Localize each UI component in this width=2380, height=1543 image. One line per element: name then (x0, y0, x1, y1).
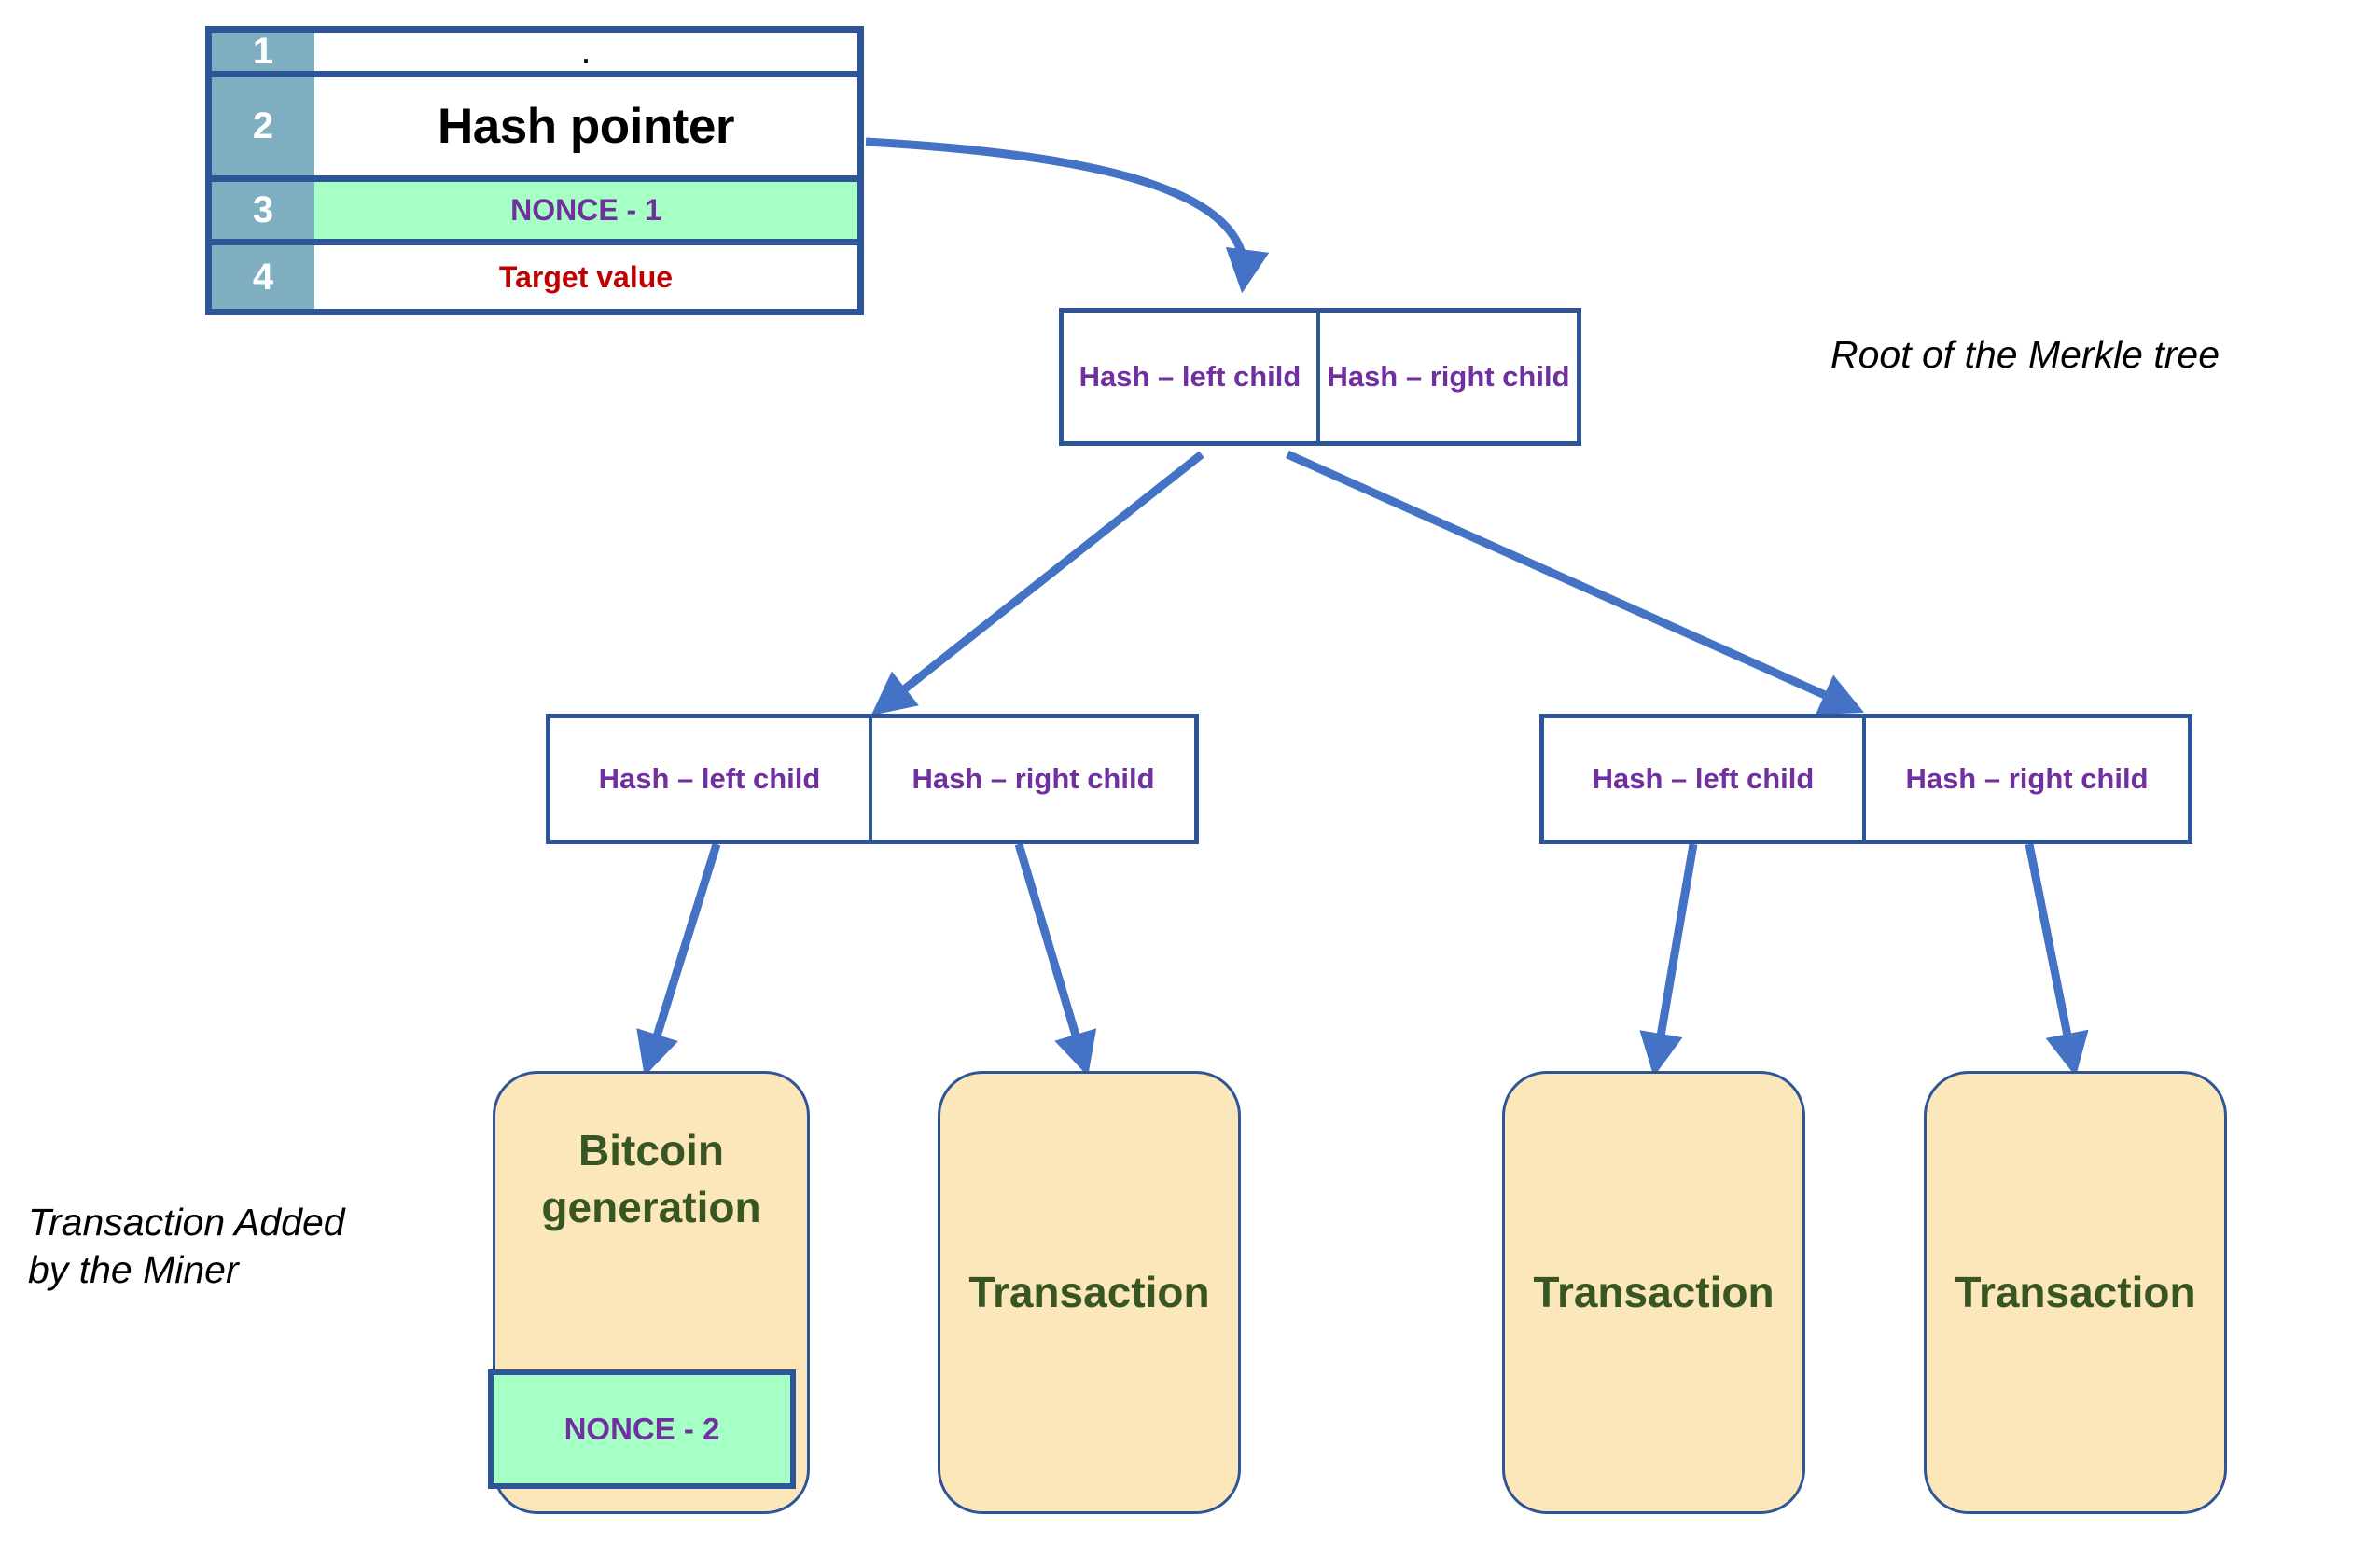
block-header-row: 2 Hash pointer (212, 77, 857, 182)
leaf-transaction-2: Transaction (938, 1071, 1241, 1514)
subtree-left-left-hash: Hash – left child (550, 718, 872, 840)
diagram-canvas: 1 . 2 Hash pointer 3 NONCE - 1 4 Target … (0, 0, 2380, 1543)
arrow-subtree-left-to-leaf-2 (1014, 842, 1097, 1077)
arrow-subtree-right-to-leaf-4 (2025, 843, 2089, 1077)
merkle-root-left-hash: Hash – left child (1064, 313, 1320, 441)
row-number-1: 1 (212, 31, 314, 72)
row-number-4: 4 (212, 245, 314, 309)
block-header-table: 1 . 2 Hash pointer 3 NONCE - 1 4 Target … (205, 26, 864, 315)
subtree-right-right-hash: Hash – right child (1905, 761, 2149, 795)
arrow-subtree-right-to-leaf-3 (1639, 843, 1698, 1077)
subtree-right-left-hash: Hash – left child (1544, 718, 1866, 840)
leaf-transaction-4: Transaction (1924, 1071, 2227, 1514)
merkle-root-right-hash: Hash – right child (1327, 359, 1570, 393)
block-header-row: 4 Target value (212, 245, 857, 309)
merkle-subtree-node-left: Hash – left child Hash – right child (546, 714, 1199, 844)
block-header-row: 3 NONCE - 1 (212, 182, 857, 245)
row-content-1: . (582, 40, 590, 68)
leaf-transaction-3: Transaction (1502, 1071, 1805, 1514)
hash-pointer-cell: Hash pointer (438, 99, 734, 154)
arrow-root-left-to-subtree-left (870, 451, 1204, 716)
block-header-row: 1 . (212, 31, 857, 77)
row-number-3: 3 (212, 182, 314, 239)
merkle-root-node: Hash – left child Hash – right child (1059, 308, 1581, 446)
merkle-subtree-node-right: Hash – left child Hash – right child (1539, 714, 2192, 844)
nonce-2-label: NONCE - 2 (564, 1411, 720, 1446)
nonce-1-cell: NONCE - 1 (314, 182, 857, 239)
arrow-subtree-left-to-leaf-1 (636, 842, 721, 1077)
arrow-hashpointer-to-root (865, 137, 1270, 294)
transaction-added-by-miner-note: Transaction Added by the Miner (28, 1201, 345, 1291)
leaf-transaction-3-label: Transaction (1533, 1268, 1775, 1317)
root-of-merkle-tree-note: Root of the Merkle tree (1830, 333, 2220, 376)
leaf-transaction-4-label: Transaction (1955, 1268, 2196, 1317)
leaf-bitcoin-generation-label: Bitcoin generation (541, 1126, 761, 1231)
arrow-root-right-to-subtree-right (1286, 450, 1865, 716)
target-value-cell: Target value (498, 259, 674, 294)
leaf-transaction-2-label: Transaction (968, 1268, 1210, 1317)
subtree-left-right-hash: Hash – right child (912, 761, 1155, 795)
row-number-2: 2 (212, 77, 314, 175)
nonce-2-box: NONCE - 2 (488, 1369, 796, 1489)
